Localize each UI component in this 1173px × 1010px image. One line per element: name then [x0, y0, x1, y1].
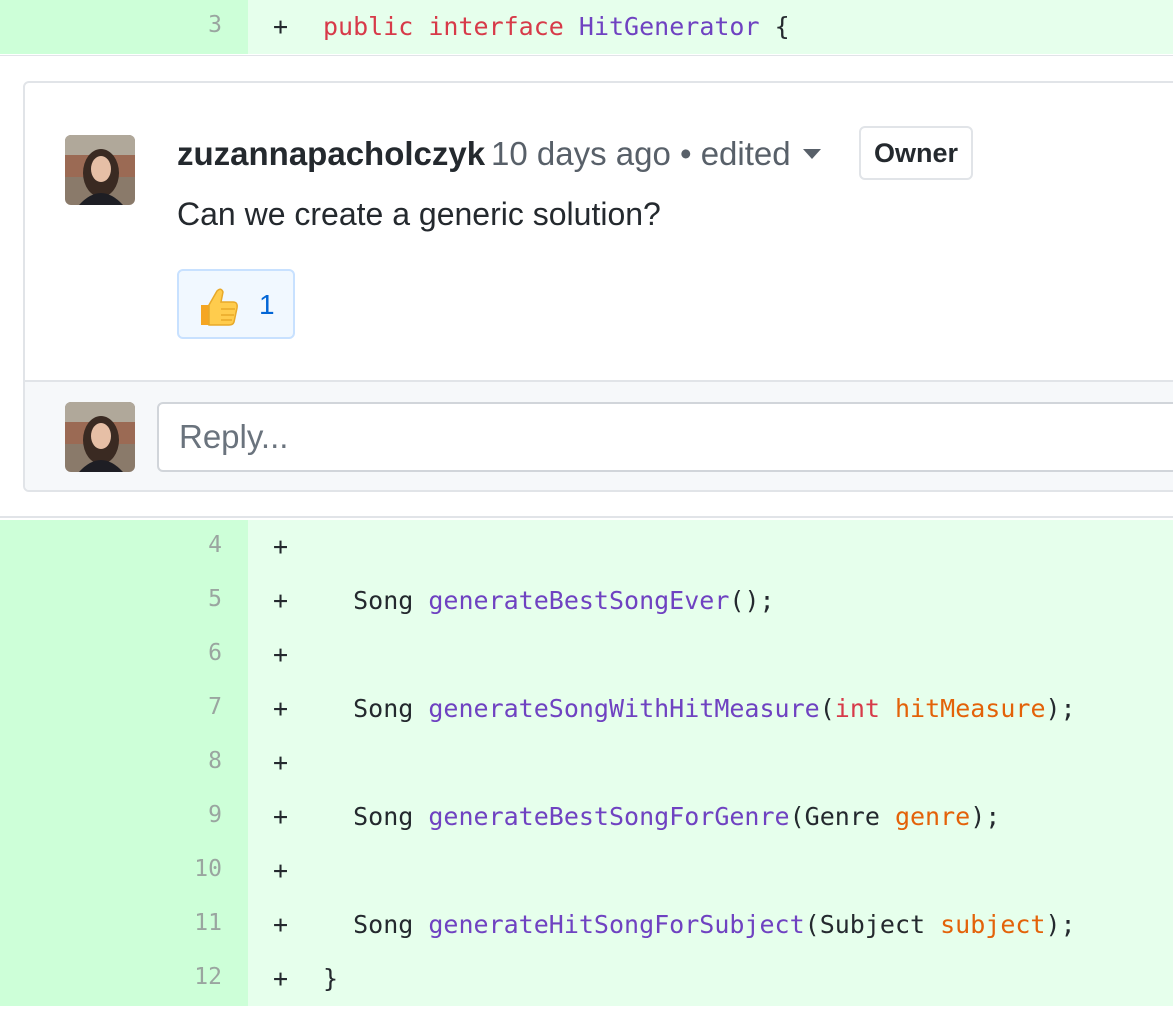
line-number: 4	[208, 532, 222, 558]
code-cell: +	[248, 736, 1173, 790]
code-token: Song	[323, 802, 429, 831]
diff-added-marker: +	[273, 748, 289, 777]
line-number-gutter[interactable]: 11	[0, 898, 248, 952]
line-number-gutter[interactable]: 3	[0, 0, 248, 54]
line-number: 10	[194, 856, 222, 882]
line-number: 11	[194, 910, 222, 936]
line-number-gutter[interactable]: 9	[0, 790, 248, 844]
diff-added-marker: +	[273, 532, 289, 561]
line-number: 6	[208, 640, 222, 666]
code-line: Song generateBestSongEver();	[323, 586, 775, 615]
owner-badge: Owner	[859, 126, 974, 180]
chevron-down-icon[interactable]	[802, 149, 821, 160]
line-number-gutter[interactable]: 8	[0, 736, 248, 790]
diff-row: 8 +	[0, 736, 1173, 790]
diff-added-marker: +	[273, 640, 289, 669]
code-line: public interface HitGenerator {	[323, 12, 790, 41]
line-number: 7	[208, 694, 222, 720]
code-token: );	[1045, 694, 1076, 723]
code-token: public	[323, 12, 414, 41]
line-number-gutter[interactable]: 12	[0, 952, 248, 1006]
diff-row: 3 + public interface HitGenerator {	[0, 0, 1173, 54]
code-token: hitMeasure	[894, 694, 1046, 723]
reply-area	[25, 380, 1173, 490]
thumbs-up-icon	[197, 287, 239, 332]
line-number: 3	[208, 12, 222, 38]
code-token: int	[834, 694, 880, 723]
code-token: Song	[323, 694, 429, 723]
code-cell: +}	[248, 952, 1173, 1006]
code-token: generateBestSongEver	[428, 586, 730, 615]
code-token: Song	[323, 586, 429, 615]
line-number: 9	[208, 802, 222, 828]
code-token: );	[1045, 910, 1076, 939]
code-token: (Genre	[789, 802, 895, 831]
code-cell: + Song generateHitSongForSubject(Subject…	[248, 898, 1173, 952]
code-line: }	[323, 964, 338, 993]
line-number-gutter[interactable]: 7	[0, 682, 248, 736]
diff-row: 12 +}	[0, 952, 1173, 1006]
line-number-gutter[interactable]: 4	[0, 520, 248, 574]
code-token: {	[759, 12, 790, 41]
diff-row: 7 + Song generateSongWithHitMeasure(int h…	[0, 682, 1173, 736]
reply-input[interactable]	[157, 402, 1173, 472]
avatar	[65, 402, 135, 472]
code-cell: + Song generateBestSongForGenre(Genre ge…	[248, 790, 1173, 844]
line-number: 8	[208, 748, 222, 774]
code-token: interface	[428, 12, 564, 41]
reaction-count: 1	[259, 289, 275, 320]
diff-added-marker: +	[273, 910, 289, 939]
code-token: );	[970, 802, 1001, 831]
review-comment: zuzannapacholczyk 10 days ago • edited O…	[25, 83, 1173, 380]
diff-row: 10 +	[0, 844, 1173, 898]
line-number-gutter[interactable]: 10	[0, 844, 248, 898]
code-cell: +	[248, 844, 1173, 898]
code-token: subject	[940, 910, 1046, 939]
code-token: Song	[323, 910, 429, 939]
diff-added-marker: +	[273, 856, 289, 885]
code-cell: + Song generateBestSongEver();	[248, 574, 1173, 628]
code-token: (Subject	[804, 910, 941, 939]
comment-body: Can we create a generic solution?	[177, 196, 661, 232]
code-token: }	[323, 964, 339, 993]
diff-row: 5 + Song generateBestSongEver();	[0, 574, 1173, 628]
line-number: 5	[208, 586, 222, 612]
code-token: HitGenerator	[578, 12, 760, 41]
code-token: (	[819, 694, 835, 723]
line-number: 12	[194, 964, 222, 990]
code-token: generateSongWithHitMeasure	[428, 694, 820, 723]
code-token: genre	[894, 802, 971, 831]
code-cell: +	[248, 520, 1173, 574]
diff-added-marker: +	[273, 586, 289, 615]
code-token: ();	[729, 586, 775, 615]
diff-added-marker: +	[273, 964, 289, 993]
code-token: generateBestSongForGenre	[428, 802, 790, 831]
diff-row: 9 + Song generateBestSongForGenre(Genre g…	[0, 790, 1173, 844]
code-cell: + public interface HitGenerator {	[248, 0, 1173, 54]
diff-row: 4 +	[0, 520, 1173, 574]
avatar[interactable]	[65, 135, 135, 205]
comment-meta[interactable]: 10 days ago • edited	[491, 135, 821, 173]
code-line: Song generateSongWithHitMeasure(int hitM…	[323, 694, 1076, 723]
code-line: Song generateBestSongForGenre(Genre genr…	[323, 802, 1000, 831]
diff-added-marker: +	[273, 694, 289, 723]
diff-row: 11 + Song generateHitSongForSubject(Subje…	[0, 898, 1173, 952]
diff-row: 6 +	[0, 628, 1173, 682]
review-thread: zuzannapacholczyk 10 days ago • edited O…	[23, 81, 1173, 492]
diff-added-marker: +	[273, 802, 289, 831]
line-number-gutter[interactable]: 5	[0, 574, 248, 628]
diff-added-marker: +	[273, 12, 289, 41]
comment-timestamp[interactable]: 10 days ago • edited	[491, 135, 791, 172]
line-number-gutter[interactable]: 6	[0, 628, 248, 682]
code-cell: + Song generateSongWithHitMeasure(int hi…	[248, 682, 1173, 736]
code-token: generateHitSongForSubject	[428, 910, 805, 939]
code-line: Song generateHitSongForSubject(Subject s…	[323, 910, 1076, 939]
comment-author[interactable]: zuzannapacholczyk	[177, 135, 485, 173]
reaction-button[interactable]: 1	[177, 269, 295, 339]
code-cell: +	[248, 628, 1173, 682]
